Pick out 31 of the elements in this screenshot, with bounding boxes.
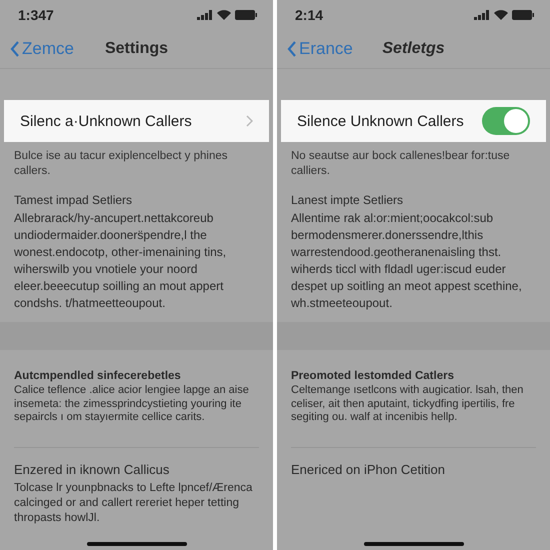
footnote-text: No seautse aur bock callenes!bear for:tuse calliers. <box>290 149 511 179</box>
section-caption: Tamest impad Setliers <box>14 193 134 207</box>
row-label: Silence Unknown Callers <box>297 112 464 130</box>
settings-row[interactable]: Silenc a·Unknown Callers <box>4 100 269 142</box>
section-paragraph: Allentime rak al:or:mient;oocakcol:sub bermodensmerer.donerssendre,lthis warrestendood.geotheranenaisling thst. wiherds ticcl with fldadl uger:iscud euder despet up soitling an meot appest scethine, wh.stmeeteoupout. <box>291 210 523 312</box>
wifi-icon <box>494 10 508 20</box>
toggle-switch[interactable] <box>482 107 530 135</box>
signal-icon <box>474 10 490 20</box>
section-heading: Autcmpendled sinfecerebetles <box>14 370 182 382</box>
section-paragraph: Celtemange ısetlcons with augicatior. lsah, then celiser, ait then aputaint, tickydfing ipertilis, fre segiting ou. walf at incenibis hellp. <box>291 384 524 424</box>
wifi-icon <box>217 10 231 20</box>
row-label: Silenc a·Unknown Callers <box>20 112 192 130</box>
section-heading: Preomoted lestomded Catlers <box>291 370 455 382</box>
screen-title: Settings <box>104 40 168 57</box>
chevron-icon <box>246 115 253 127</box>
status-time: 1:347 <box>18 7 54 23</box>
battery-icon <box>235 10 257 20</box>
screen-title: Setletgs <box>382 40 445 57</box>
section-title: Enzered in iknown Callicus <box>14 462 170 476</box>
chevron-left-icon <box>10 41 20 57</box>
section-paragraph: Calice teflence .alice acior lengiee lapge an aise insemeta: the zimessprindcystieting youring ite sepaircls ı om stayıermite cellice carits. <box>14 384 250 424</box>
section-title: Enericed on iPhon Cetition <box>291 462 446 476</box>
battery-icon <box>512 10 534 20</box>
section-paragraph: Tolcase lr younpbnacks to Lefte lpncef/Ærenca calcinged or and callert rereriet heper tetting thropasts howlJl. <box>14 480 254 526</box>
chevron-left-icon <box>287 41 297 57</box>
section-caption: Lanest impte Setliers <box>291 193 404 207</box>
footnote-text: Bulce ise au tacur exiplencelbect y phines callers. <box>13 149 229 179</box>
settings-row[interactable]: Silence Unknown Callers <box>281 100 546 142</box>
signal-icon <box>197 10 213 20</box>
status-time: 2:14 <box>295 7 324 23</box>
section-paragraph: Allebrarack/hy-ancupert.nettakcoreub undiodermaider.dooners̈pendre,l the wonest.endocotp, other-imenaining tins, wiherswilb you vnotiele your noord eleer.beeecutup soilling an mout appert condshs. t/hatmeetteoupout. <box>14 210 228 312</box>
